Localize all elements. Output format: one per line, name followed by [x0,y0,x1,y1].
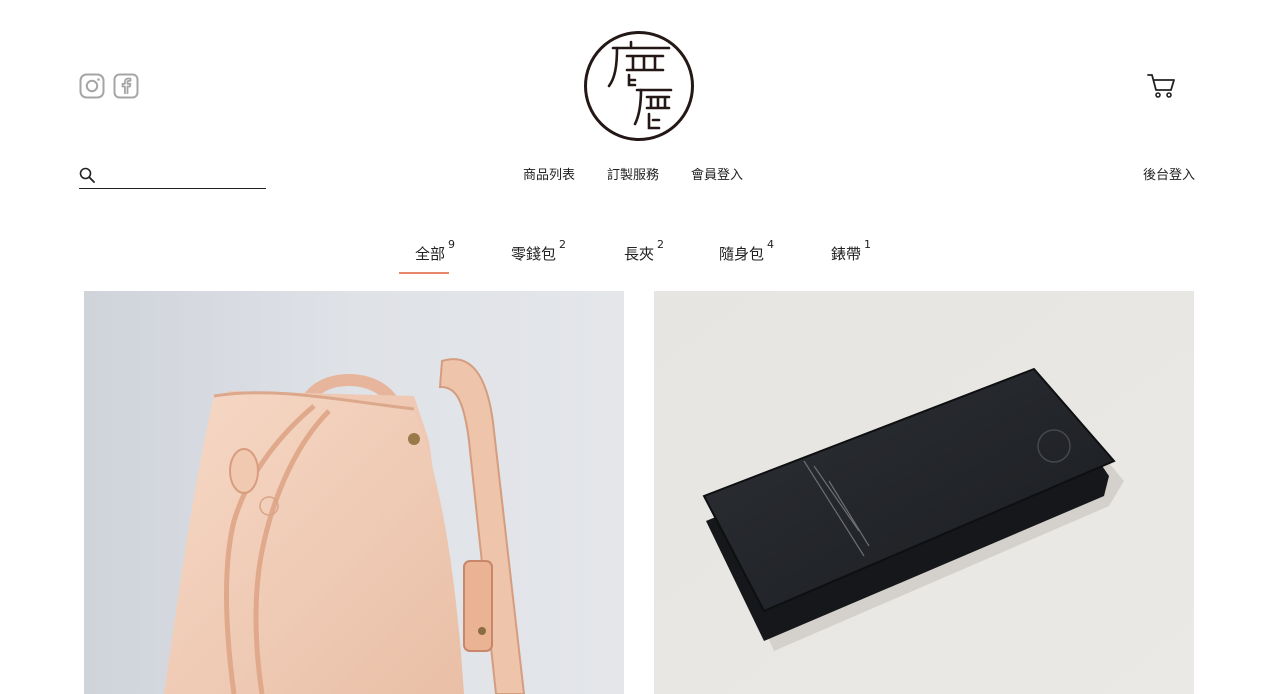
nav-item-custom-service[interactable]: 訂製服務 [607,168,659,184]
search-box [79,162,266,189]
tab-count: 4 [767,238,775,251]
tab-label: 隨身包 [719,245,765,263]
tab-count: 2 [657,238,665,251]
active-tab-underline [399,272,449,274]
product-image [654,291,1194,694]
nav-item-products[interactable]: 商品列表 [523,168,575,184]
product-card-long-wallet[interactable] [654,291,1194,694]
tab-shoulder-bag[interactable]: 隨身包4 [719,238,775,268]
tab-all[interactable]: 全部9 [415,238,456,268]
admin-login-link[interactable]: 後台登入 [1143,168,1195,184]
tab-label: 錶帶 [831,245,862,263]
tab-watch-strap[interactable]: 錶帶1 [831,238,872,268]
main-nav: 商品列表 訂製服務 會員登入 [523,168,743,184]
tab-count: 1 [864,238,872,251]
tab-count: 9 [448,238,456,251]
instagram-icon[interactable] [79,73,105,99]
nav-item-member-login[interactable]: 會員登入 [691,168,743,184]
cart-icon[interactable] [1146,72,1176,100]
category-tabs: 全部9 零錢包2 長夾2 隨身包4 錶帶1 [0,238,1269,280]
tab-count: 2 [559,238,567,251]
social-links [79,73,139,99]
product-card-bucket-bag[interactable] [84,291,624,694]
search-icon[interactable] [79,167,95,183]
tab-coin-purse[interactable]: 零錢包2 [511,238,567,268]
facebook-icon[interactable] [113,73,139,99]
search-input[interactable] [101,164,261,186]
brand-logo[interactable] [583,30,695,142]
tab-label: 零錢包 [511,245,557,263]
tab-long-wallet[interactable]: 長夾2 [624,238,665,268]
tab-label: 全部 [415,245,446,263]
product-image [84,291,624,694]
tab-label: 長夾 [624,245,655,263]
